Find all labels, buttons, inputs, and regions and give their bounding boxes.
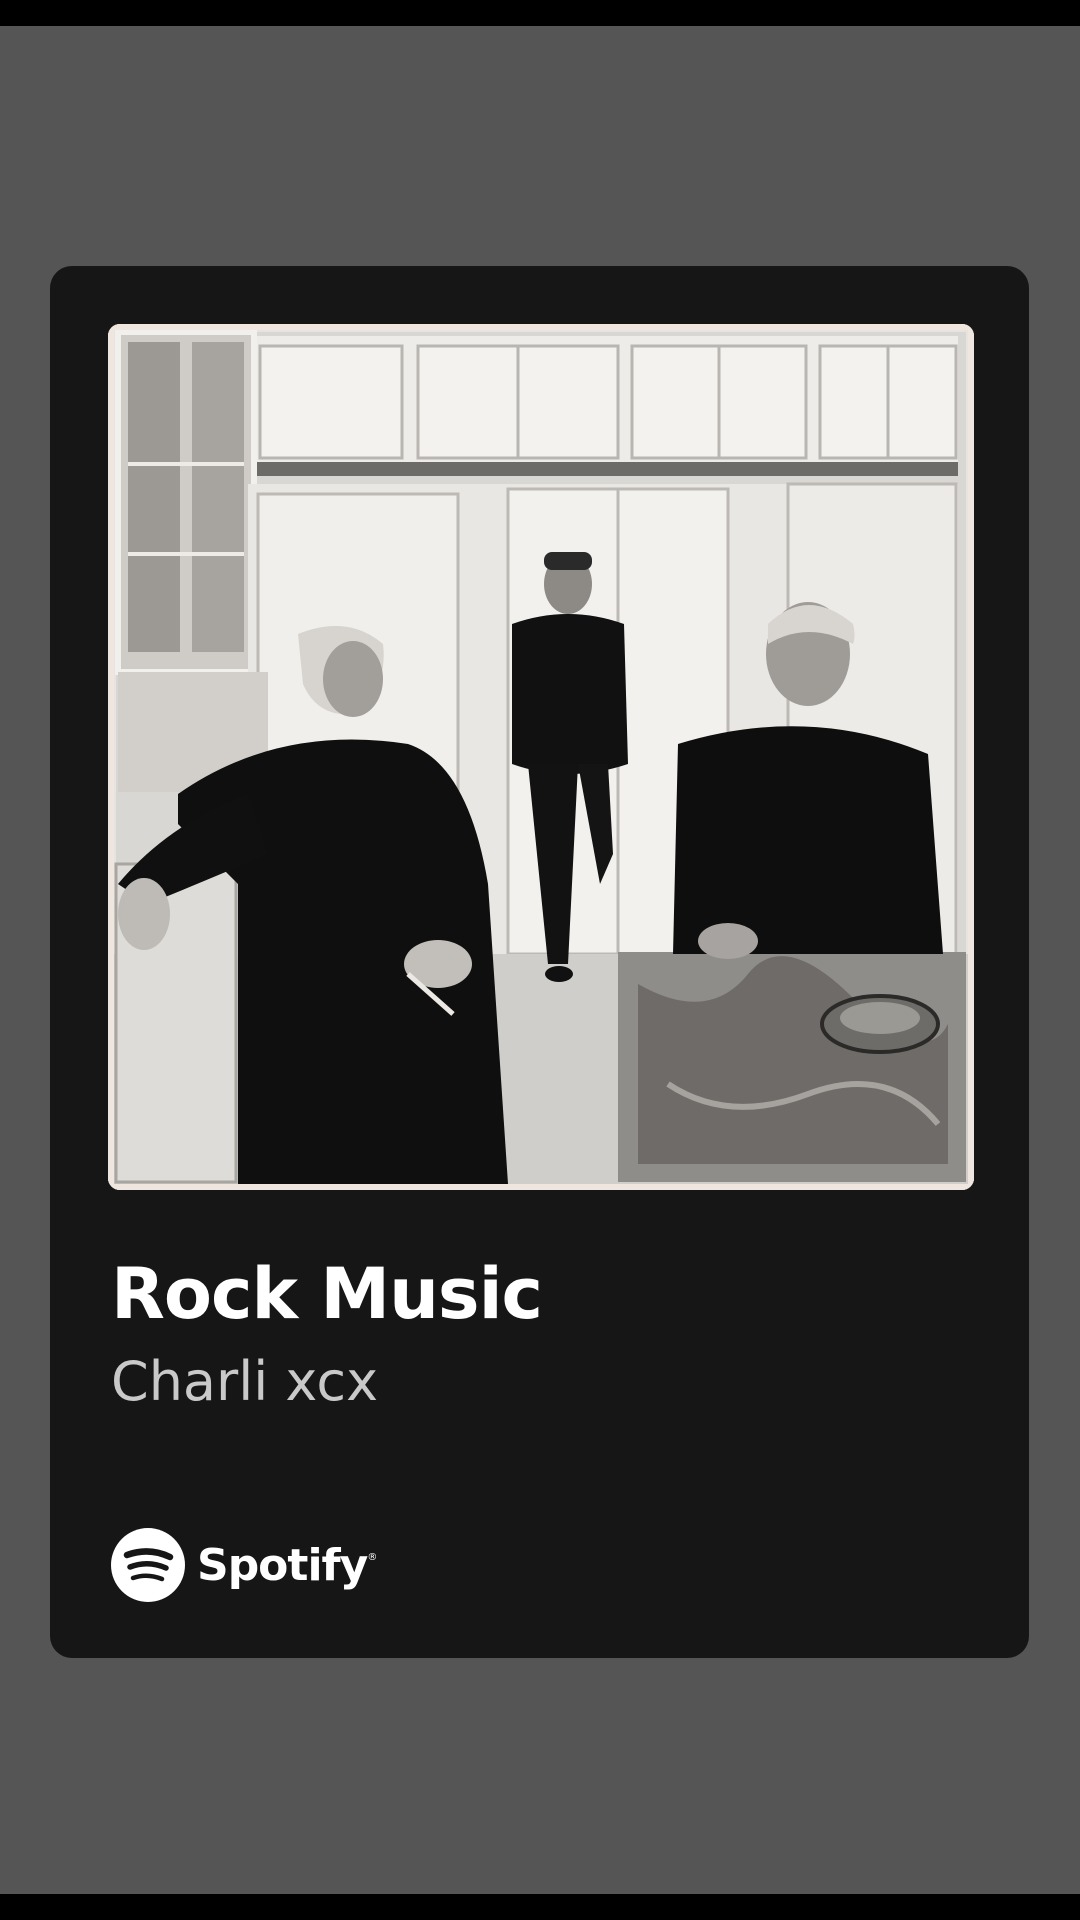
- navigation-bar: [0, 1894, 1080, 1920]
- spotify-icon: [111, 1528, 185, 1602]
- story-screen: Rock Music Charli xcx Spotify ®: [0, 0, 1080, 1920]
- share-card[interactable]: Rock Music Charli xcx Spotify ®: [50, 266, 1029, 1658]
- spotify-wordmark: Spotify: [197, 1539, 368, 1591]
- spotify-brand[interactable]: Spotify ®: [111, 1528, 377, 1602]
- album-cover[interactable]: [108, 324, 974, 1190]
- album-cover-photo: [108, 324, 974, 1190]
- status-bar: [0, 0, 1080, 26]
- artist-name[interactable]: Charli xcx: [111, 1350, 378, 1415]
- trademark-symbol: ®: [367, 1552, 378, 1563]
- track-title: Rock Music: [111, 1253, 543, 1335]
